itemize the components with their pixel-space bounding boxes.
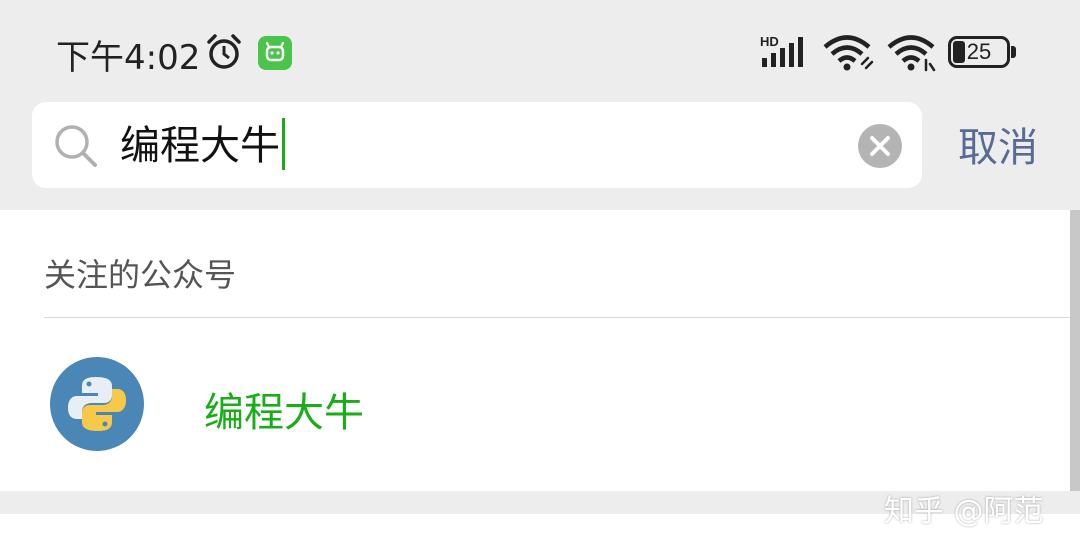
search-input[interactable]: 编程大牛: [120, 118, 820, 174]
close-icon: [870, 136, 890, 156]
text-caret: [282, 118, 285, 170]
python-logo-icon[interactable]: [50, 357, 144, 451]
wifi-icon: [887, 35, 936, 72]
cancel-button[interactable]: 取消: [958, 120, 1038, 176]
search-results: 关注的公众号 编程大牛: [0, 210, 1070, 491]
divider: [44, 317, 1070, 318]
app-notification-icon: [258, 36, 292, 70]
search-box[interactable]: 编程大牛: [32, 102, 922, 188]
status-time: 下午4:02: [56, 38, 201, 78]
search-icon: [55, 125, 97, 167]
result-name[interactable]: 编程大牛: [204, 380, 364, 438]
clear-search-button[interactable]: [858, 124, 902, 168]
signal-icon: HD: [760, 34, 803, 67]
battery-tip: [1011, 46, 1016, 58]
network-label: HD: [760, 34, 779, 49]
alarm-icon: [207, 34, 241, 69]
status-bar: 下午4:02 HD 25: [0, 0, 1080, 100]
section-header: 关注的公众号: [44, 256, 237, 294]
scrollbar[interactable]: [1070, 210, 1080, 491]
search-query-text: 编程大牛: [120, 123, 280, 169]
wifi-icon: [823, 35, 874, 71]
watermark: 知乎 @阿范: [884, 494, 1044, 529]
battery-icon: 25: [948, 36, 1018, 68]
battery-level: 25: [966, 39, 992, 64]
